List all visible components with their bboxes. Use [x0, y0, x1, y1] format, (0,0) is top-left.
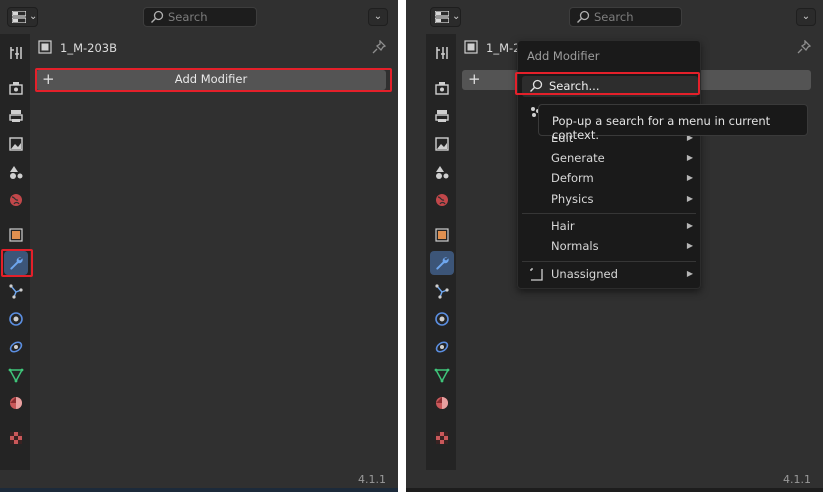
version-label: 4.1.1 — [783, 473, 811, 486]
tool-icon[interactable] — [4, 41, 28, 65]
status-strip — [406, 488, 823, 492]
submenu-arrow-icon: ▶ — [686, 194, 693, 203]
texture-icon[interactable] — [430, 426, 454, 450]
menu-item-deform[interactable]: Deform ▶ — [518, 169, 700, 189]
object-header: 1_M-203B — [36, 38, 386, 58]
menu-separator — [522, 261, 696, 262]
search-icon — [577, 10, 590, 23]
submenu-arrow-icon: ▶ — [686, 221, 693, 230]
search-tooltip: Pop-up a search for a menu in current co… — [538, 104, 808, 142]
world-icon[interactable] — [4, 188, 28, 212]
scene-icon[interactable] — [4, 160, 28, 184]
editor-type-button[interactable]: ⌄ — [430, 7, 461, 27]
add-modifier-button[interactable]: + Add Modifier — [36, 70, 386, 90]
search-icon — [151, 10, 164, 23]
properties-tab-bar — [426, 34, 456, 470]
object-icon[interactable] — [4, 223, 28, 247]
chevron-down-icon: ⌄ — [29, 11, 38, 22]
output-icon[interactable] — [4, 104, 28, 128]
view-layer-icon[interactable] — [430, 132, 454, 156]
material-icon[interactable] — [430, 391, 454, 415]
editor-type-icon — [12, 11, 26, 23]
menu-item-normals[interactable]: Normals ▶ — [518, 237, 700, 257]
material-icon[interactable] — [4, 391, 28, 415]
view-layer-icon[interactable] — [4, 132, 28, 156]
pin-icon[interactable] — [797, 40, 811, 54]
scene-icon[interactable] — [430, 160, 454, 184]
unassigned-icon — [530, 268, 543, 281]
menu-item-hair[interactable]: Hair ▶ — [518, 217, 700, 237]
version-label: 4.1.1 — [358, 473, 386, 486]
world-icon[interactable] — [430, 188, 454, 212]
search-icon — [530, 79, 543, 92]
tooltip-text: Pop-up a search for a menu in current co… — [552, 114, 771, 142]
particles-icon[interactable] — [430, 279, 454, 303]
render-icon[interactable] — [430, 76, 454, 100]
submenu-arrow-icon: ▶ — [686, 241, 693, 250]
menu-search-item[interactable]: Search... — [522, 76, 698, 97]
submenu-arrow-icon: ▶ — [686, 269, 693, 278]
menu-title: Add Modifier — [527, 49, 600, 63]
constraints-icon[interactable] — [4, 335, 28, 359]
modifier-wrench-icon[interactable] — [430, 251, 454, 275]
search-placeholder: Search — [594, 10, 634, 24]
plus-icon: + — [468, 70, 481, 88]
object-data-icon — [38, 40, 52, 54]
object-data-icon — [464, 40, 478, 54]
search-input[interactable]: Search — [569, 7, 682, 27]
options-dropdown-button[interactable]: ⌄ — [796, 8, 816, 26]
tool-icon[interactable] — [430, 41, 454, 65]
modifier-wrench-icon[interactable] — [4, 251, 28, 275]
search-placeholder: Search — [168, 10, 208, 24]
output-icon[interactable] — [430, 104, 454, 128]
menu-separator — [522, 213, 696, 214]
data-icon[interactable] — [430, 363, 454, 387]
properties-main-area: 1_M-203B + Add Modifier — [30, 34, 392, 470]
data-icon[interactable] — [4, 363, 28, 387]
pin-icon[interactable] — [372, 40, 386, 54]
editor-header: ⌄ Search ⌄ — [0, 0, 398, 34]
submenu-arrow-icon: ▶ — [686, 173, 693, 182]
add-modifier-label: Add Modifier — [174, 72, 248, 86]
submenu-arrow-icon: ▶ — [686, 153, 693, 162]
search-input[interactable]: Search — [143, 7, 257, 27]
properties-tab-bar — [0, 34, 30, 470]
editor-type-icon — [435, 11, 449, 23]
add-modifier-menu: Add Modifier Search... Edit ▶ Generate ▶… — [517, 40, 701, 289]
options-dropdown-button[interactable]: ⌄ — [368, 8, 388, 26]
physics-icon[interactable] — [430, 307, 454, 331]
render-icon[interactable] — [4, 76, 28, 100]
object-icon[interactable] — [430, 223, 454, 247]
particles-icon[interactable] — [4, 279, 28, 303]
menu-item-unassigned[interactable]: Unassigned ▶ — [518, 265, 700, 285]
texture-icon[interactable] — [4, 426, 28, 450]
chevron-down-icon: ⌄ — [452, 11, 461, 22]
properties-editor-after: ⌄ Search ⌄ 1_M-203B + Add Modifier Searc… — [406, 0, 823, 492]
editor-type-button[interactable]: ⌄ — [7, 7, 38, 27]
physics-icon[interactable] — [4, 307, 28, 331]
constraints-icon[interactable] — [430, 335, 454, 359]
object-name: 1_M-203B — [60, 41, 117, 55]
menu-item-generate[interactable]: Generate ▶ — [518, 149, 700, 169]
properties-editor-before: ⌄ Search ⌄ 1_M-203B + Add Modifier 4.1.1 — [0, 0, 398, 492]
editor-header: ⌄ Search ⌄ — [406, 0, 823, 34]
menu-search-label: Search... — [549, 79, 600, 93]
menu-item-physics[interactable]: Physics ▶ — [518, 190, 700, 210]
status-strip — [0, 488, 398, 492]
